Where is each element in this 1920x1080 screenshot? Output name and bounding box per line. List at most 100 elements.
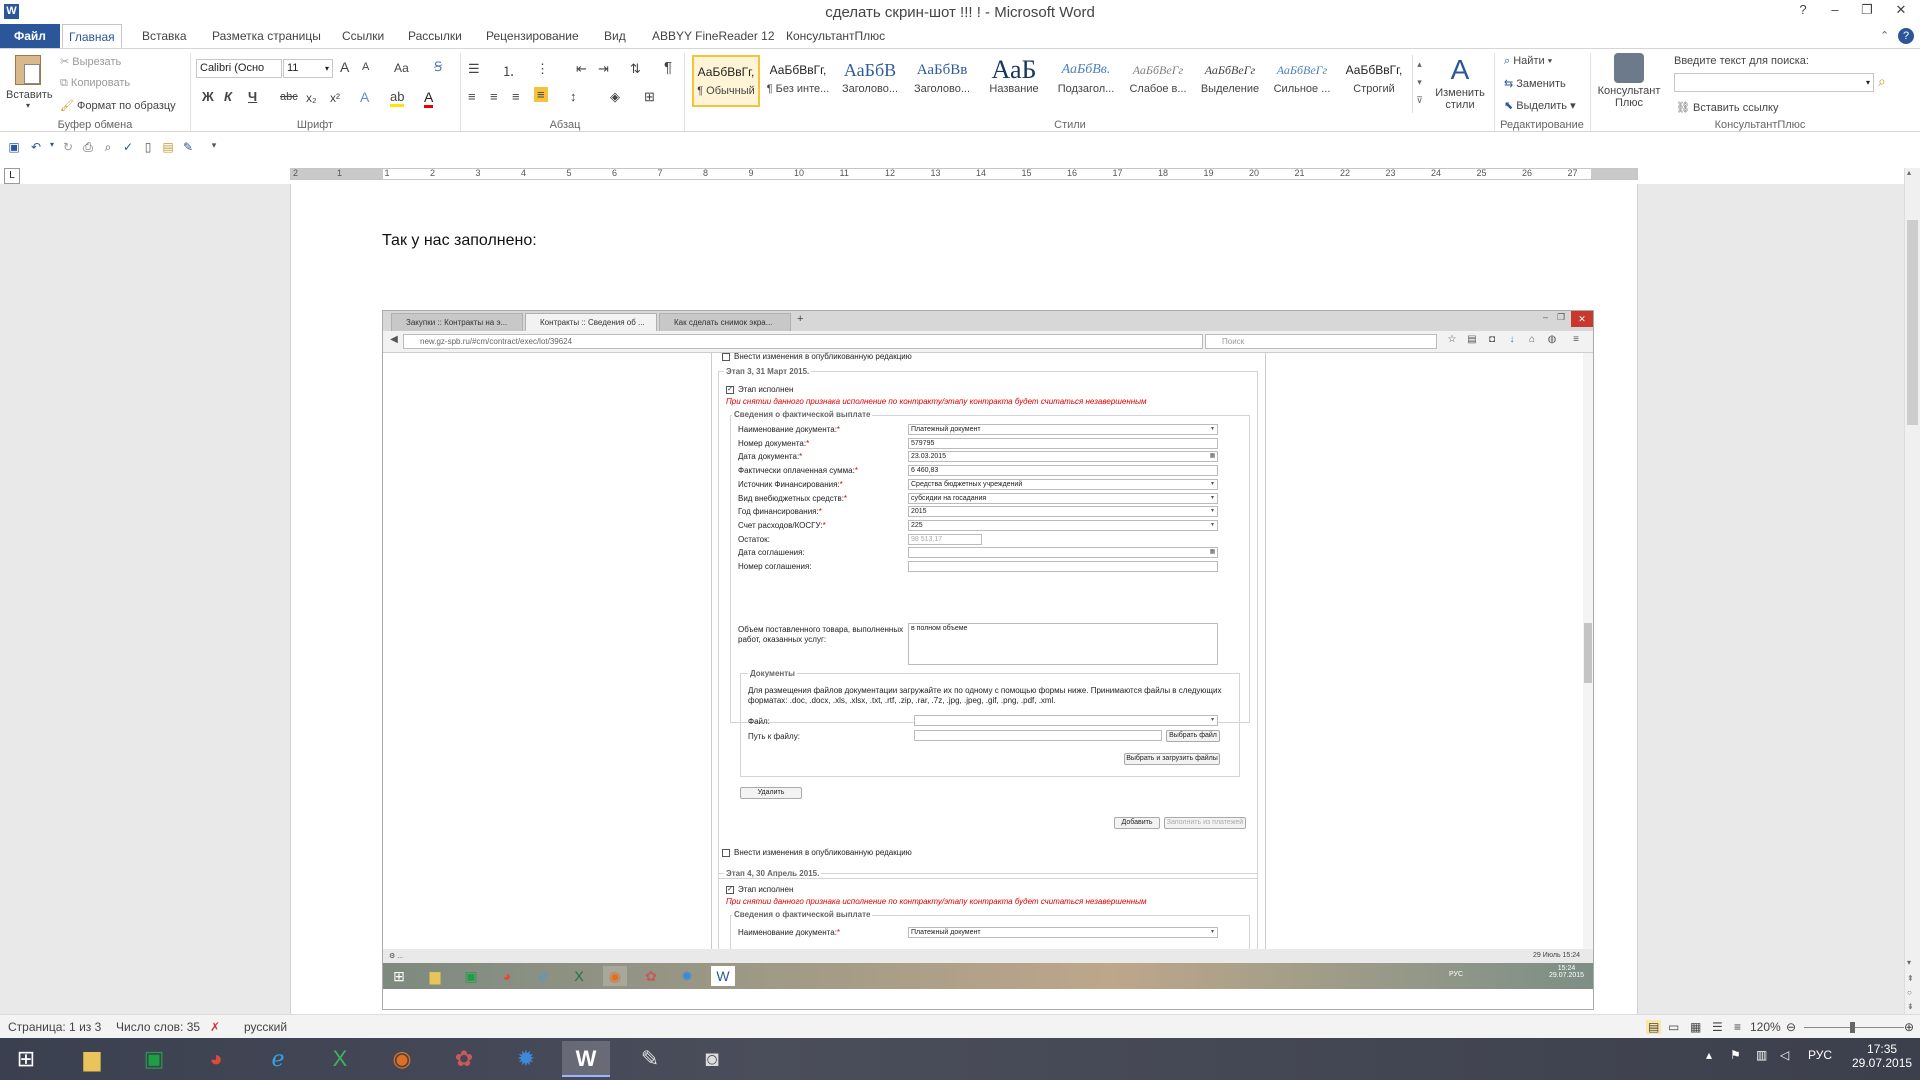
help-icon[interactable]: ? bbox=[1898, 28, 1914, 44]
browser-close-icon[interactable]: ✕ bbox=[1571, 311, 1593, 327]
field-input[interactable]: 579795 bbox=[908, 437, 1218, 449]
path-input[interactable] bbox=[914, 730, 1162, 741]
scroll-up-icon[interactable]: ▴ bbox=[1907, 168, 1911, 177]
style-item[interactable]: АаБбВеГг Слабое в... bbox=[1124, 55, 1192, 107]
input-language[interactable]: РУС bbox=[1808, 1048, 1832, 1062]
network-icon[interactable]: ▥ bbox=[1756, 1048, 1767, 1062]
help-button[interactable]: ? bbox=[1786, 0, 1820, 22]
field-select[interactable]: Платежный документ ▾ bbox=[908, 424, 1218, 435]
tab-view[interactable]: Вид bbox=[598, 24, 632, 48]
subscript-button[interactable]: x₂ bbox=[306, 91, 317, 105]
copy-button[interactable]: ⧉ Копировать bbox=[60, 77, 130, 90]
stage4-completed-checkbox[interactable]: ✓ bbox=[726, 886, 734, 894]
align-right-button[interactable]: ≡ bbox=[512, 89, 520, 104]
edit-icon[interactable]: ✎ bbox=[180, 140, 196, 156]
tab-review[interactable]: Рецензирование bbox=[480, 24, 585, 48]
previous-page-icon[interactable]: ⇞ bbox=[1907, 974, 1914, 983]
new-tab-icon[interactable]: + bbox=[797, 313, 803, 325]
editor-icon[interactable]: ✎ bbox=[626, 1041, 674, 1077]
stage3-completed-checkbox[interactable]: ✓ bbox=[726, 386, 734, 394]
chevron-down-icon[interactable]: ▾ bbox=[1208, 521, 1217, 530]
format-painter-button[interactable]: 🖌 Формат по образцу bbox=[60, 99, 176, 112]
justify-button[interactable]: ≡ bbox=[534, 87, 548, 102]
pocket-icon[interactable]: ◘ bbox=[1485, 334, 1499, 345]
field-input[interactable] bbox=[908, 561, 1218, 572]
choose-upload-button[interactable]: Выбрать и загрузить файлы bbox=[1124, 753, 1220, 765]
redo-icon[interactable]: ↻ bbox=[60, 140, 76, 156]
customize-qat-icon[interactable]: ▾ bbox=[206, 140, 222, 156]
print-layout-view-icon[interactable]: ▤ bbox=[1646, 1020, 1662, 1034]
tab-consultant[interactable]: КонсультантПлюс bbox=[780, 24, 891, 48]
change-case-button[interactable]: Аа bbox=[394, 61, 409, 75]
superscript-button[interactable]: x² bbox=[330, 91, 340, 105]
increase-indent-button[interactable]: ⇥ bbox=[598, 61, 609, 77]
browser-search-input[interactable]: Поиск bbox=[1205, 334, 1437, 349]
app-icon[interactable]: ✿ bbox=[440, 1041, 488, 1077]
outline-view-icon[interactable]: ☰ bbox=[1712, 1020, 1723, 1034]
field-select[interactable]: Средства бюджетных учреждений ▾ bbox=[908, 478, 1218, 490]
spelling-icon[interactable]: ✓ bbox=[120, 140, 136, 156]
browser-scrollbar[interactable] bbox=[1583, 353, 1593, 949]
show-marks-button[interactable]: ¶ bbox=[664, 59, 672, 76]
style-item[interactable]: АаБбВеГг Выделение bbox=[1196, 55, 1264, 107]
find-button[interactable]: ⌕ Найти ▾ bbox=[1504, 55, 1552, 68]
firefox-icon[interactable]: ◉ bbox=[378, 1041, 426, 1077]
calendar-icon[interactable]: ▦ bbox=[1208, 548, 1217, 557]
style-item[interactable]: АаБбВв. Подзагол... bbox=[1052, 55, 1120, 107]
field-input[interactable]: 6 460,83 bbox=[908, 465, 1218, 477]
browser-minimize-icon[interactable]: – bbox=[1543, 312, 1548, 322]
align-left-button[interactable]: ≡ bbox=[468, 89, 476, 104]
font-color-button[interactable]: A bbox=[424, 89, 434, 108]
highlight-button[interactable]: ab bbox=[390, 89, 405, 107]
chevron-down-icon[interactable]: ▾ bbox=[1208, 494, 1217, 503]
zoom-in-icon[interactable]: ⊕ bbox=[1904, 1020, 1914, 1034]
restore-button[interactable]: ❐ bbox=[1850, 0, 1884, 22]
undo-dropdown-icon[interactable]: ▾ bbox=[44, 140, 60, 156]
url-bar[interactable]: new.gz-spb.ru/#cm/contract/exec/lot/3962… bbox=[403, 334, 1203, 349]
multilevel-list-button[interactable]: ⋮ bbox=[536, 61, 549, 77]
volume-textarea[interactable]: в полном объеме bbox=[908, 623, 1218, 665]
text-effects-button[interactable]: A bbox=[360, 89, 369, 105]
scroll-thumb[interactable] bbox=[1907, 220, 1918, 425]
clipboard-icon[interactable]: ▤ bbox=[1465, 334, 1479, 345]
style-item[interactable]: АаБбВвГг, Строгий bbox=[1340, 55, 1408, 107]
browser-tab[interactable]: Закупки :: Контракты на э... bbox=[391, 313, 523, 331]
excel-icon[interactable]: X bbox=[316, 1041, 364, 1077]
field-select[interactable]: 225 ▾ bbox=[908, 519, 1218, 531]
browser-scroll-thumb[interactable] bbox=[1584, 623, 1592, 683]
delete-button[interactable]: Удалить bbox=[740, 787, 802, 799]
change-styles-button[interactable]: A Изменить стили bbox=[1430, 53, 1490, 111]
close-button[interactable]: ✕ bbox=[1884, 0, 1918, 22]
draft-view-icon[interactable]: ≡ bbox=[1734, 1020, 1741, 1034]
zoom-level[interactable]: 120% bbox=[1750, 1020, 1781, 1034]
consultant-search-icon[interactable]: ⌕ bbox=[1878, 73, 1886, 90]
style-item[interactable]: АаБ Название bbox=[980, 55, 1048, 107]
download-icon[interactable]: ↓ bbox=[1505, 334, 1519, 345]
print-preview-icon[interactable]: ⌕ bbox=[100, 140, 116, 156]
choose-file-button[interactable]: Выбрать файл bbox=[1166, 730, 1220, 742]
chat-icon[interactable]: ◍ bbox=[1545, 334, 1559, 345]
tray-arrow-icon[interactable]: ▴ bbox=[1706, 1048, 1712, 1062]
horizontal-ruler[interactable]: 2 1 1 2 3 4 5 6 7 8 9 10 11 12 13 14 15 16 17 18 19 20 21 22 23 2… bbox=[290, 168, 1638, 180]
add-button[interactable]: Добавить bbox=[1114, 817, 1160, 829]
full-screen-view-icon[interactable]: ▭ bbox=[1668, 1020, 1679, 1034]
style-item[interactable]: АаБбВвГг, ¶ Без инте... bbox=[764, 55, 832, 107]
field-date-input[interactable]: ▦ bbox=[908, 547, 1218, 559]
tab-abbyy[interactable]: ABBYY FineReader 12 bbox=[646, 24, 781, 48]
style-item[interactable]: АаБбВв Заголово... bbox=[908, 55, 976, 107]
start-button-icon[interactable]: ⊞ bbox=[2, 1041, 50, 1077]
chevron-down-icon[interactable]: ▾ bbox=[1208, 480, 1217, 489]
zoom-slider-thumb[interactable] bbox=[1850, 1022, 1855, 1033]
page-count[interactable]: Страница: 1 из 3 bbox=[8, 1020, 101, 1034]
style-item[interactable]: АаБбВеГг Сильное ... bbox=[1268, 55, 1336, 107]
field-date-input[interactable]: 23.03.2015 ▦ bbox=[908, 451, 1218, 463]
menu-icon[interactable]: ≡ bbox=[1569, 334, 1583, 345]
browser-tab[interactable]: Как сделать снимок экра... bbox=[659, 313, 791, 331]
fill-from-payments-button[interactable]: Заполнить из платежей bbox=[1164, 817, 1246, 829]
cut-button[interactable]: ✂ Вырезать bbox=[60, 55, 121, 68]
tab-page-layout[interactable]: Разметка страницы bbox=[206, 24, 327, 48]
line-spacing-button[interactable]: ↕ bbox=[570, 89, 577, 104]
calendar-icon[interactable]: ▦ bbox=[1208, 452, 1217, 461]
decrease-indent-button[interactable]: ⇤ bbox=[576, 61, 587, 77]
paste-button[interactable]: Вставить ▾ bbox=[6, 53, 53, 115]
